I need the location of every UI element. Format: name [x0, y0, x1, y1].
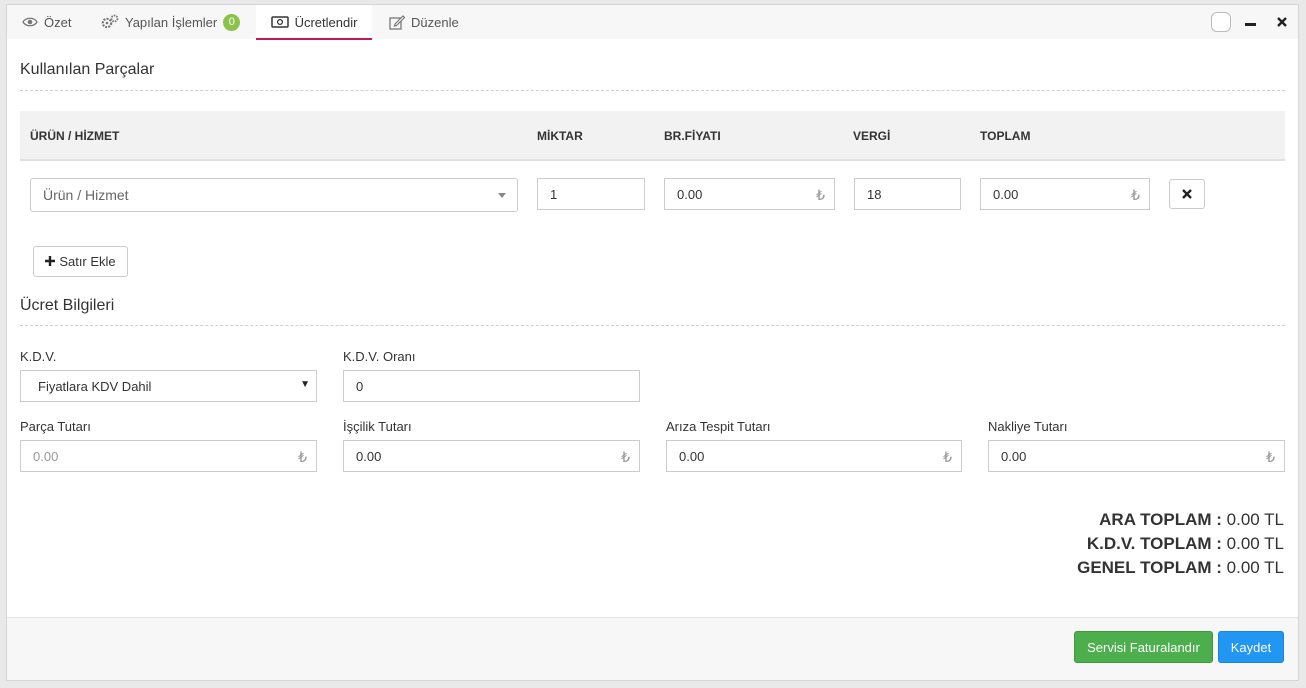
close-icon [1182, 187, 1192, 202]
kdv-rate-input[interactable]: 0 [343, 370, 640, 402]
labor-amount-input[interactable]: 0.00 ₺ [343, 440, 640, 472]
unit-price-value: 0.00 [677, 186, 703, 202]
lira-icon: ₺ [943, 449, 952, 465]
kdv-total-value: 0.00 TL [1226, 534, 1284, 553]
window-footer: Servisi Faturalandır Kaydet [7, 617, 1298, 680]
grand-total-label: GENEL TOPLAM : [1077, 558, 1222, 577]
grand-total-value: 0.00 TL [1226, 558, 1284, 577]
column-total: TOPLAM [980, 129, 1031, 143]
close-icon [1277, 15, 1287, 30]
tab-edit[interactable]: Düzenle [389, 5, 459, 39]
totals-summary: ARA TOPLAM : 0.00 TL K.D.V. TOPLAM : 0.0… [1077, 508, 1284, 580]
kdv-select-value: Fiyatlara KDV Dahil [38, 378, 152, 394]
labor-amount-value: 0.00 [356, 448, 382, 464]
shipping-amount-label: Nakliye Tutarı [988, 419, 1068, 434]
kdv-rate-label: K.D.V. Oranı [343, 349, 416, 364]
chevron-down-icon [498, 193, 506, 198]
plus-icon [45, 254, 56, 269]
lira-icon: ₺ [1131, 187, 1140, 203]
shipping-amount-input[interactable]: 0.00 ₺ [988, 440, 1285, 472]
tab-edit-label: Düzenle [411, 14, 459, 30]
kdv-label: K.D.V. [20, 349, 57, 364]
row-total-value: 0.00 [993, 186, 1019, 202]
lira-icon: ₺ [816, 187, 825, 203]
active-tab-underline [256, 38, 372, 40]
column-tax: VERGİ [853, 129, 891, 143]
column-quantity: MİKTAR [537, 129, 583, 143]
subtotal-value: 0.00 TL [1226, 510, 1284, 529]
subtotal-label: ARA TOPLAM : [1099, 510, 1222, 529]
diagnosis-amount-input[interactable]: 0.00 ₺ [666, 440, 962, 472]
gears-icon [101, 14, 119, 30]
service-pricing-window: Özet Yapılan İşlemler 0 Ücretlendir Düze… [6, 4, 1299, 681]
lira-icon: ₺ [1266, 449, 1275, 465]
tab-operations[interactable]: Yapılan İşlemler 0 [101, 5, 241, 39]
tab-operations-label: Yapılan İşlemler [125, 14, 218, 30]
parts-amount-input[interactable]: 0.00 ₺ [20, 440, 317, 472]
parts-divider [20, 90, 1285, 91]
eye-icon [22, 16, 38, 28]
tab-pricing[interactable]: Ücretlendir [256, 5, 372, 40]
kdv-select[interactable]: Fiyatlara KDV Dahil ▼ [20, 370, 317, 402]
kdv-rate-value: 0 [356, 378, 364, 394]
kdv-total-line: K.D.V. TOPLAM : 0.00 TL [1077, 532, 1284, 556]
lira-icon: ₺ [621, 449, 630, 465]
parts-amount-label: Parça Tutarı [20, 419, 91, 434]
save-button[interactable]: Kaydet [1218, 631, 1284, 663]
labor-amount-label: İşçilik Tutarı [343, 419, 412, 434]
shipping-amount-value: 0.00 [1001, 448, 1027, 464]
edit-icon [389, 14, 405, 30]
maximize-button[interactable] [1211, 12, 1231, 32]
tab-bar: Özet Yapılan İşlemler 0 Ücretlendir Düze… [7, 5, 1298, 40]
grand-total-line: GENEL TOPLAM : 0.00 TL [1077, 556, 1284, 580]
caret-down-icon: ▼ [300, 379, 310, 390]
column-product: ÜRÜN / HİZMET [30, 129, 120, 143]
tax-input[interactable]: 18 [854, 178, 961, 210]
fee-divider [20, 325, 1285, 326]
kdv-total-label: K.D.V. TOPLAM : [1086, 534, 1222, 553]
quantity-value: 1 [550, 186, 558, 202]
row-total-input[interactable]: 0.00 ₺ [980, 178, 1150, 210]
product-select[interactable]: Ürün / Hizmet [30, 178, 518, 212]
diagnosis-amount-label: Arıza Tespit Tutarı [666, 419, 771, 434]
quantity-input[interactable]: 1 [537, 178, 645, 210]
minimize-button[interactable] [1243, 12, 1257, 32]
parts-table-header: ÜRÜN / HİZMET MİKTAR BR.FİYATI VERGİ TOP… [20, 111, 1285, 161]
tab-pricing-label: Ücretlendir [294, 14, 358, 30]
diagnosis-amount-value: 0.00 [679, 448, 705, 464]
tab-summary[interactable]: Özet [22, 5, 71, 39]
parts-section-title: Kullanılan Parçalar [20, 61, 155, 78]
operations-count-badge: 0 [223, 13, 241, 31]
money-icon [270, 16, 289, 28]
product-select-placeholder: Ürün / Hizmet [43, 187, 129, 203]
column-unit-price: BR.FİYATI [664, 129, 721, 143]
subtotal-line: ARA TOPLAM : 0.00 TL [1077, 508, 1284, 532]
tax-value: 18 [867, 186, 882, 202]
lira-icon: ₺ [298, 449, 307, 465]
invoice-service-button[interactable]: Servisi Faturalandır [1074, 631, 1213, 663]
add-row-label: Satır Ekle [59, 254, 116, 269]
tab-summary-label: Özet [44, 14, 72, 30]
parts-amount-value: 0.00 [33, 448, 59, 464]
remove-row-button[interactable] [1169, 179, 1205, 209]
add-row-button[interactable]: Satır Ekle [33, 246, 128, 277]
close-button[interactable] [1275, 12, 1289, 32]
minus-icon [1244, 15, 1256, 30]
unit-price-input[interactable]: 0.00 ₺ [664, 178, 835, 210]
fee-section-title: Ücret Bilgileri [20, 297, 115, 314]
